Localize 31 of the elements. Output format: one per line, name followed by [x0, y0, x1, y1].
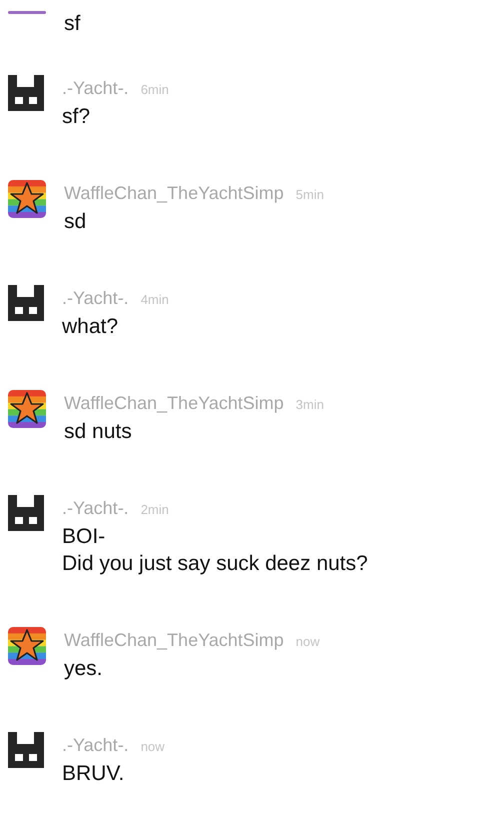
message-text: sf? — [62, 104, 92, 130]
message-text: sf — [64, 11, 80, 37]
timestamp: 6min — [140, 81, 169, 99]
message-text: sd — [64, 209, 88, 235]
message-text: yes. — [64, 656, 104, 682]
message-text: Did you just say suck deez nuts? — [62, 551, 368, 577]
avatar-icon — [8, 390, 46, 428]
timestamp: now — [296, 633, 320, 651]
avatar-icon — [8, 285, 44, 321]
message-text: BRUV. — [62, 761, 126, 787]
username[interactable]: WaffleChan_TheYachtSimp — [64, 390, 284, 417]
avatar-icon — [8, 627, 46, 665]
message-text: BOI- — [62, 524, 106, 550]
avatar-icon — [8, 180, 46, 218]
username[interactable]: .-Yacht-. — [62, 732, 129, 759]
username[interactable]: WaffleChan_TheYachtSimp — [64, 180, 284, 207]
username[interactable]: WaffleChan_TheYachtSimp — [64, 627, 284, 654]
timestamp: now — [140, 738, 165, 756]
username[interactable]: .-Yacht-. — [62, 495, 129, 522]
avatar-icon — [8, 75, 44, 111]
message-text: what? — [62, 314, 120, 340]
message-text: sd nuts — [64, 419, 133, 445]
avatar-edge — [8, 11, 46, 14]
username[interactable]: .-Yacht-. — [62, 75, 129, 102]
avatar-icon — [8, 495, 44, 531]
timestamp: 4min — [140, 291, 169, 309]
timestamp: 3min — [296, 396, 324, 414]
timestamp: 2min — [140, 501, 169, 519]
avatar-icon — [8, 732, 44, 768]
timestamp: 5min — [296, 186, 324, 204]
username[interactable]: .-Yacht-. — [62, 285, 129, 312]
